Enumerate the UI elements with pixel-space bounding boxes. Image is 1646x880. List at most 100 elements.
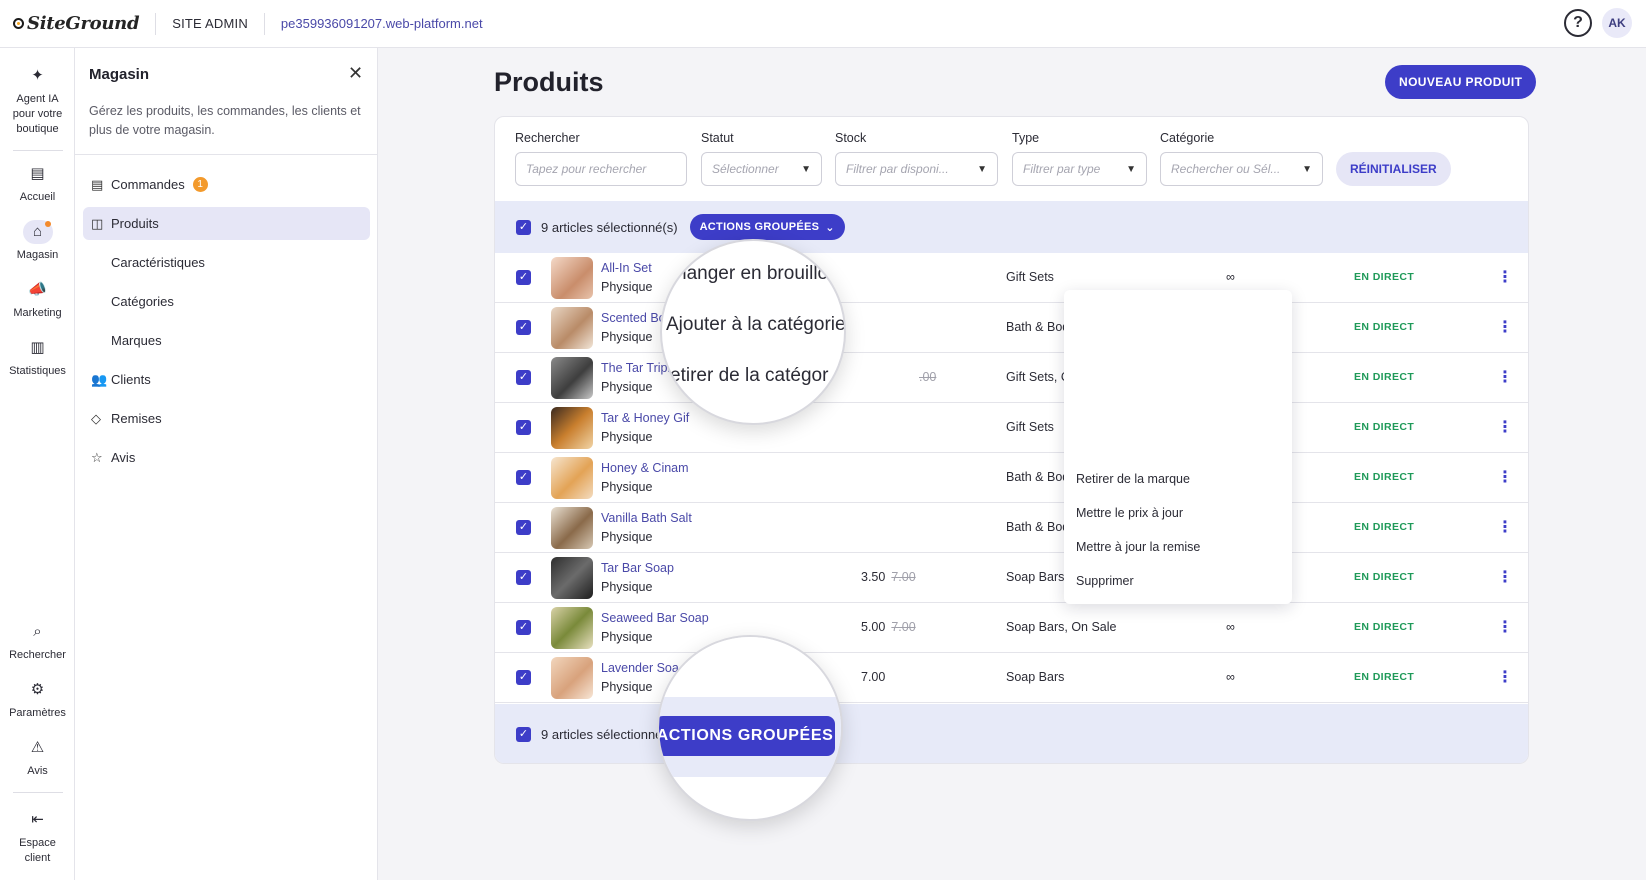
nav-item-features[interactable]: Caractéristiques — [83, 246, 370, 279]
product-stock: ∞ — [1226, 620, 1235, 634]
more-options-icon[interactable]: ⋮ — [1497, 667, 1513, 687]
rail-item-ai-agent[interactable]: ✦ Agent IA pour votre boutique — [0, 64, 75, 137]
table-row[interactable]: ✓ Scented Bo Physique Bath & Body ∞ EN D… — [495, 303, 1528, 353]
more-options-icon[interactable]: ⋮ — [1497, 467, 1513, 487]
bulk-actions-button-bottom[interactable]: ACTIONS GROUPÉES — [659, 716, 835, 756]
reset-filters-button[interactable]: RÉINITIALISER — [1336, 152, 1451, 186]
search-input[interactable]: Tapez pour rechercher — [515, 152, 687, 186]
category-select[interactable]: Rechercher ou Sél... ▼ — [1160, 152, 1323, 186]
rail-item-client-area[interactable]: ⇤ Espace client — [0, 808, 75, 866]
bulk-actions-button[interactable]: ACTIONS GROUPÉES ⌄ — [689, 214, 845, 240]
menu-item-update-price[interactable]: Mettre le prix à jour — [1076, 506, 1183, 520]
table-row[interactable]: ✓ Lavender Soa Physique 7.00 Soap Bars ∞… — [495, 653, 1528, 703]
more-options-icon[interactable]: ⋮ — [1497, 267, 1513, 287]
more-options-icon[interactable]: ⋮ — [1497, 417, 1513, 437]
table-row[interactable]: ✓ Seaweed Bar Soap Physique 5.00 7.00 Soa… — [495, 603, 1528, 653]
product-name-link[interactable]: Scented Bo — [601, 311, 666, 325]
original-price: 7.00 — [891, 620, 916, 634]
table-row[interactable]: ✓ Tar Bar Soap Physique 3.50 7.00 Soap Ba… — [495, 553, 1528, 603]
select-all-checkbox[interactable]: ✓ — [516, 726, 531, 742]
icon-rail: ✦ Agent IA pour votre boutique ▤ Accueil… — [0, 48, 75, 880]
row-checkbox[interactable]: ✓ — [516, 470, 531, 485]
row-checkbox[interactable]: ✓ — [516, 370, 531, 385]
more-options-icon[interactable]: ⋮ — [1497, 367, 1513, 387]
product-name-link[interactable]: Honey & Cinam — [601, 461, 689, 475]
menu-item-update-discount[interactable]: Mettre à jour la remise — [1076, 540, 1200, 554]
rail-item-search[interactable]: ⌕ Rechercher — [0, 620, 75, 663]
sparkle-icon: ✦ — [31, 67, 44, 84]
user-avatar[interactable]: AK — [1602, 8, 1632, 38]
nav-item-discounts[interactable]: ◇ Remises — [83, 402, 370, 435]
nav-item-customers[interactable]: 👥 Clients — [83, 363, 370, 396]
table-row[interactable]: ✓ Vanilla Bath Salt Physique Bath & Body… — [495, 503, 1528, 553]
rail-item-feedback[interactable]: ⚠ Avis — [0, 736, 75, 779]
receipt-icon: ▤ — [91, 176, 104, 192]
nav-item-reviews[interactable]: ☆ Avis — [83, 441, 370, 474]
users-icon: 👥 — [91, 371, 108, 387]
row-checkbox[interactable]: ✓ — [516, 570, 531, 585]
row-checkbox[interactable]: ✓ — [516, 270, 531, 285]
product-name-link[interactable]: Tar Bar Soap — [601, 561, 674, 575]
bulk-actions-bar-bottom: ✓ 9 articles sélectionné — [495, 704, 1528, 763]
product-name-link[interactable]: Seaweed Bar Soap — [601, 611, 709, 625]
sale-price: 3.50 — [861, 570, 886, 584]
more-options-icon[interactable]: ⋮ — [1497, 317, 1513, 337]
product-category: Soap Bars — [1006, 570, 1065, 584]
rail-item-statistics[interactable]: ▥ Statistiques — [0, 336, 75, 379]
menu-item-change-draft[interactable]: hanger en brouillon — [676, 263, 839, 285]
product-name-link[interactable]: The Tar Tripl — [601, 361, 670, 375]
search-icon: ⌕ — [33, 623, 42, 640]
type-filter-label: Type — [1012, 131, 1040, 145]
product-name-link[interactable]: Vanilla Bath Salt — [601, 511, 692, 525]
rail-item-marketing[interactable]: 📣 Marketing — [0, 278, 75, 321]
store-icon: ⌂ — [22, 220, 53, 244]
type-select[interactable]: Filtrer par type ▼ — [1012, 152, 1147, 186]
magnifier-bulk-button: ACTIONS GROUPÉES — [657, 635, 843, 821]
site-domain-link[interactable]: pe359936091207.web-platform.net — [281, 16, 483, 31]
product-type: Physique — [601, 680, 653, 694]
nav-item-products[interactable]: ◫ Produits — [83, 207, 370, 240]
more-options-icon[interactable]: ⋮ — [1497, 617, 1513, 637]
row-checkbox[interactable]: ✓ — [516, 420, 531, 435]
nav-item-brands[interactable]: Marques — [83, 324, 370, 357]
table-row[interactable]: ✓ All-In Set Physique Gift Sets ∞ EN DIR… — [495, 253, 1528, 303]
rail-item-settings[interactable]: ⚙ Paramètres — [0, 678, 75, 721]
nav-item-orders[interactable]: ▤ Commandes 1 — [83, 168, 370, 201]
row-checkbox[interactable]: ✓ — [516, 520, 531, 535]
more-options-icon[interactable]: ⋮ — [1497, 567, 1513, 587]
menu-item-delete[interactable]: Supprimer — [1076, 574, 1134, 588]
more-options-icon[interactable]: ⋮ — [1497, 517, 1513, 537]
rail-item-store[interactable]: ⌂ Magasin — [0, 220, 75, 263]
product-name-link[interactable]: All-In Set — [601, 261, 652, 275]
bag-icon: ◫ — [91, 215, 104, 231]
product-category: Gift Sets — [1006, 420, 1054, 434]
close-icon[interactable]: ✕ — [348, 63, 363, 84]
product-name-link[interactable]: Tar & Honey Gif — [601, 411, 689, 425]
new-product-button[interactable]: NOUVEAU PRODUIT — [1385, 65, 1537, 99]
menu-item-remove-brand[interactable]: Retirer de la marque — [1076, 472, 1190, 486]
stock-select[interactable]: Filtrer par disponi... ▼ — [835, 152, 998, 186]
original-price: .00 — [919, 370, 937, 384]
table-row[interactable]: ✓ Honey & Cinam Physique Bath & Body 13 … — [495, 453, 1528, 503]
panel-title: Magasin — [89, 66, 150, 83]
row-checkbox[interactable]: ✓ — [516, 620, 531, 635]
product-thumbnail — [551, 507, 593, 549]
feedback-icon: ⚠ — [30, 739, 45, 756]
bulk-actions-bar: ✓ 9 articles sélectionné(s) ACTIONS GROU… — [495, 201, 1528, 253]
nav-item-categories[interactable]: Catégories — [83, 285, 370, 318]
status-badge: EN DIRECT — [1354, 471, 1415, 483]
table-row[interactable]: ✓ The Tar Tripl Physique .00 Gift Sets, … — [495, 353, 1528, 403]
menu-item-remove-category[interactable]: etirer de la catégor — [670, 365, 828, 387]
status-select[interactable]: Sélectionner ▼ — [701, 152, 822, 186]
row-checkbox[interactable]: ✓ — [516, 670, 531, 685]
menu-item-add-category[interactable]: Ajouter à la catégorie — [666, 314, 844, 336]
row-checkbox[interactable]: ✓ — [516, 320, 531, 335]
help-icon[interactable]: ? — [1564, 9, 1592, 37]
select-all-checkbox[interactable]: ✓ — [516, 219, 531, 235]
siteground-logo[interactable]: SiteGround — [13, 13, 140, 34]
status-badge: EN DIRECT — [1354, 371, 1415, 383]
panel-description: Gérez les produits, les commandes, les c… — [89, 104, 361, 137]
rail-item-home[interactable]: ▤ Accueil — [0, 162, 75, 205]
logo-mark-icon — [13, 18, 24, 29]
table-row[interactable]: ✓ Tar & Honey Gif Physique Gift Sets 10 … — [495, 403, 1528, 453]
